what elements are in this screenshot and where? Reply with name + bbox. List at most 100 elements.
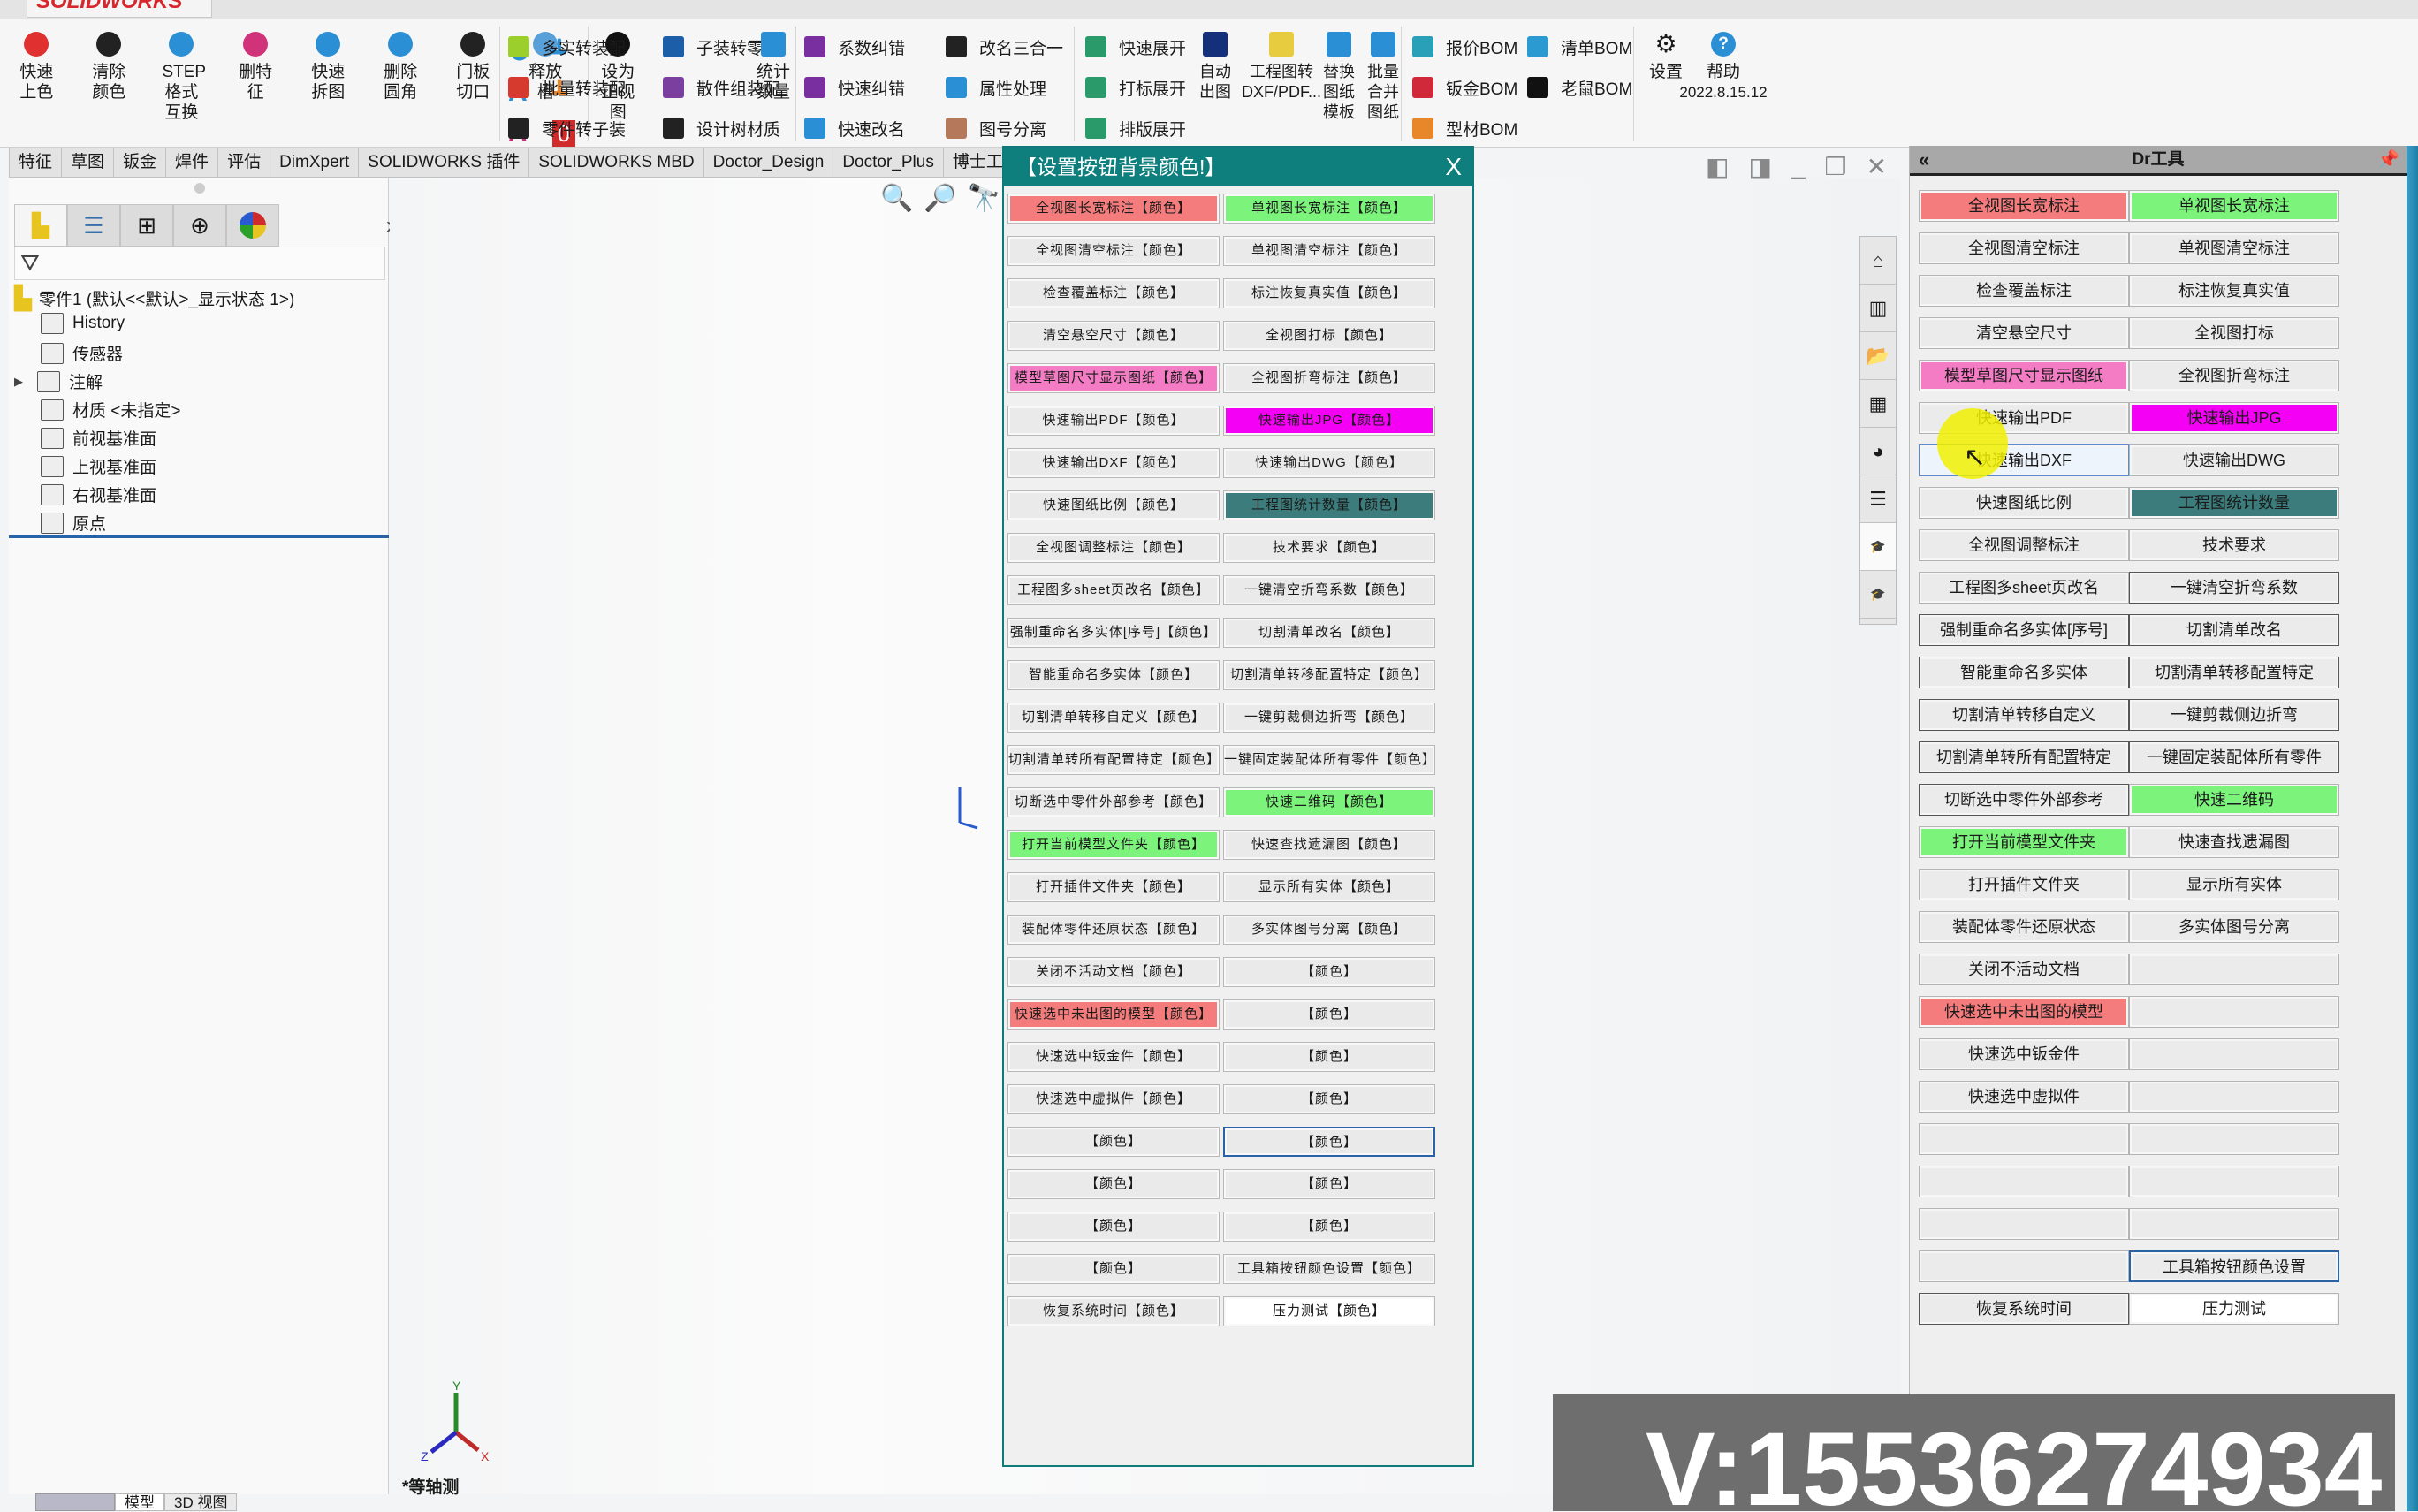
panel-grip[interactable] <box>194 183 205 194</box>
color-setting-button[interactable]: 一键固定装配体所有零件【颜色】 <box>1223 745 1435 775</box>
dr-tool-button[interactable]: 单视图清空标注 <box>2129 232 2339 264</box>
color-setting-button[interactable]: 检查覆盖标注【颜色】 <box>1008 278 1220 308</box>
chevron-right-icon[interactable]: › <box>279 204 394 247</box>
dialog-close-button[interactable]: X <box>1445 148 1462 186</box>
dr-tool-button[interactable]: 全视图长宽标注 <box>1919 190 2129 222</box>
dr-tool-button[interactable]: 一键固定装配体所有零件 <box>2129 741 2339 773</box>
dr-tool-button[interactable]: 工具箱按钮颜色设置 <box>2129 1250 2339 1282</box>
color-setting-button[interactable]: 多实体图号分离【颜色】 <box>1223 915 1435 945</box>
dr-tool-button[interactable]: 清空悬空尺寸 <box>1919 317 2129 349</box>
dr-tool-button[interactable]: 切断选中零件外部参考 <box>1919 784 2129 816</box>
ribbon-button[interactable]: 多实转装配 <box>508 32 626 62</box>
dr-tool-button[interactable] <box>1919 1166 2129 1197</box>
color-setting-button[interactable]: 快速图纸比例【颜色】 <box>1008 490 1220 520</box>
color-setting-button[interactable]: 切断选中零件外部参考【颜色】 <box>1008 787 1220 817</box>
task-pane-tab[interactable]: ◕ <box>1860 428 1896 475</box>
ribbon-button[interactable]: 改名三合一 <box>946 32 1063 62</box>
tab-3[interactable]: 焊件 <box>166 148 219 178</box>
dr-tool-button[interactable] <box>2129 1166 2339 1197</box>
color-setting-button[interactable]: 一键清空折弯系数【颜色】 <box>1223 575 1435 605</box>
tab-4[interactable]: 评估 <box>218 148 271 178</box>
tab-scroll-arrows[interactable] <box>35 1493 115 1511</box>
tree-item[interactable]: 传感器 <box>41 341 123 365</box>
color-setting-button[interactable]: 显示所有实体【颜色】 <box>1223 872 1435 902</box>
dr-tool-button[interactable]: 切割清单转所有配置特定 <box>1919 741 2129 773</box>
task-pane-tab[interactable]: ⌂ <box>1860 237 1896 285</box>
color-setting-button[interactable]: 快速二维码【颜色】 <box>1223 787 1435 817</box>
dr-tool-button[interactable]: 快速输出DWG <box>2129 444 2339 476</box>
ribbon-button[interactable]: 图号分离 <box>946 113 1046 143</box>
color-setting-button[interactable]: 快速输出DXF【颜色】 <box>1008 448 1220 478</box>
dr-tool-button[interactable]: 快速选中钣金件 <box>1919 1038 2129 1070</box>
restore-icon[interactable]: ❐ <box>1825 152 1847 181</box>
color-setting-button[interactable]: 【颜色】 <box>1008 1212 1220 1242</box>
dr-tool-button[interactable]: 全视图调整标注 <box>1919 529 2129 561</box>
ribbon-button[interactable]: 清除 颜色 <box>89 32 128 103</box>
ribbon-button[interactable]: 工程图转 DXF/PDF... <box>1237 32 1326 103</box>
dr-tool-button[interactable]: 快速二维码 <box>2129 784 2339 816</box>
dr-tool-button[interactable]: 快速选中未出图的模型 <box>1919 996 2129 1028</box>
close-window-icon[interactable]: ✕ <box>1867 152 1887 181</box>
tab-8[interactable]: Doctor_Design <box>703 148 834 178</box>
color-setting-button[interactable]: 切割清单转移自定义【颜色】 <box>1008 703 1220 733</box>
dr-tool-button[interactable]: 一键剪裁侧边折弯 <box>2129 699 2339 731</box>
dr-tool-button[interactable]: 智能重命名多实体 <box>1919 657 2129 688</box>
dimxpert-manager-tab[interactable]: ⊕ <box>173 204 226 247</box>
color-setting-button[interactable]: 快速查找遗漏图【颜色】 <box>1223 830 1435 860</box>
ribbon-button[interactable]: 门板 切口 <box>453 32 492 103</box>
task-pane-tab[interactable]: 📂 <box>1860 332 1896 380</box>
collapse-icon[interactable]: « <box>1919 146 1929 174</box>
dr-tool-button[interactable]: 装配体零件还原状态 <box>1919 911 2129 943</box>
color-setting-button[interactable]: 全视图打标【颜色】 <box>1223 321 1435 351</box>
dr-tool-button[interactable]: 快速选中虚拟件 <box>1919 1081 2129 1113</box>
ribbon-button[interactable]: 系数纠错 <box>804 32 905 62</box>
tree-item[interactable]: 原点 <box>41 511 106 535</box>
dr-tool-button[interactable]: 强制重命名多实体[序号] <box>1919 614 2129 646</box>
dr-tool-button[interactable] <box>1919 1208 2129 1240</box>
color-setting-button[interactable]: 单视图长宽标注【颜色】 <box>1223 194 1435 224</box>
feature-manager-tab[interactable]: ▙ <box>14 204 67 247</box>
tab-9[interactable]: Doctor_Plus <box>833 148 944 178</box>
ribbon-button[interactable]: 快速改名 <box>804 113 905 143</box>
color-setting-button[interactable]: 全视图清空标注【颜色】 <box>1008 236 1220 266</box>
dr-tool-button[interactable]: 模型草图尺寸显示图纸 <box>1919 360 2129 391</box>
dr-tool-button[interactable] <box>2129 954 2339 985</box>
color-setting-button[interactable]: 技术要求【颜色】 <box>1223 533 1435 563</box>
color-setting-button[interactable]: 清空悬空尺寸【颜色】 <box>1008 321 1220 351</box>
color-setting-button[interactable]: 【颜色】 <box>1223 999 1435 1030</box>
dr-tool-button[interactable]: 切割清单改名 <box>2129 614 2339 646</box>
tree-item[interactable]: 前视基准面 <box>41 426 156 450</box>
dr-tool-button[interactable]: 技术要求 <box>2129 529 2339 561</box>
dr-tool-button[interactable]: 恢复系统时间 <box>1919 1293 2129 1325</box>
tree-item[interactable]: 材质 <未指定> <box>41 398 180 422</box>
color-setting-button[interactable]: 装配体零件还原状态【颜色】 <box>1008 915 1220 945</box>
ribbon-button[interactable]: 快速 上色 <box>17 32 56 103</box>
dr-tool-button[interactable] <box>2129 1038 2339 1070</box>
dr-tool-button[interactable]: 工程图多sheet页改名 <box>1919 572 2129 604</box>
color-setting-button[interactable]: 切割清单转移配置特定【颜色】 <box>1223 660 1435 690</box>
color-setting-button[interactable]: 智能重命名多实体【颜色】 <box>1008 660 1220 690</box>
property-manager-tab[interactable]: ☰ <box>67 204 120 247</box>
color-setting-button[interactable]: 全视图调整标注【颜色】 <box>1008 533 1220 563</box>
dr-tool-button[interactable] <box>2129 1081 2339 1113</box>
dr-tool-button[interactable]: 切割清单转移自定义 <box>1919 699 2129 731</box>
color-setting-button[interactable]: 全视图折弯标注【颜色】 <box>1223 363 1435 393</box>
ribbon-button[interactable]: STEP 格式 互换 <box>162 32 206 123</box>
color-setting-button[interactable]: 【颜色】 <box>1223 1169 1435 1199</box>
dr-tool-button[interactable]: 快速输出JPG <box>2129 402 2339 434</box>
ribbon-button[interactable]: 批量转装配 <box>508 72 626 103</box>
tab-2[interactable]: 钣金 <box>114 148 167 178</box>
color-setting-button[interactable]: 快速选中虚拟件【颜色】 <box>1008 1084 1220 1114</box>
color-setting-button[interactable]: 【颜色】 <box>1008 1254 1220 1284</box>
color-setting-button[interactable]: 工具箱按钮颜色设置【颜色】 <box>1223 1254 1435 1284</box>
tile-right-icon[interactable]: ◨ <box>1748 152 1771 181</box>
tree-filter[interactable]: ⛛ <box>14 247 385 280</box>
ribbon-button[interactable]: 排版展开 <box>1085 113 1186 143</box>
tree-item[interactable]: History <box>41 313 125 334</box>
dr-tool-button[interactable]: 检查覆盖标注 <box>1919 275 2129 307</box>
dr-tool-button[interactable]: 打开当前模型文件夹 <box>1919 826 2129 858</box>
ribbon-button[interactable]: 零件转子装 <box>508 113 626 143</box>
tab-6[interactable]: SOLIDWORKS 插件 <box>359 148 530 178</box>
color-setting-button[interactable]: 快速输出JPG【颜色】 <box>1223 406 1435 436</box>
dr-tool-button[interactable]: 压力测试 <box>2129 1293 2339 1325</box>
